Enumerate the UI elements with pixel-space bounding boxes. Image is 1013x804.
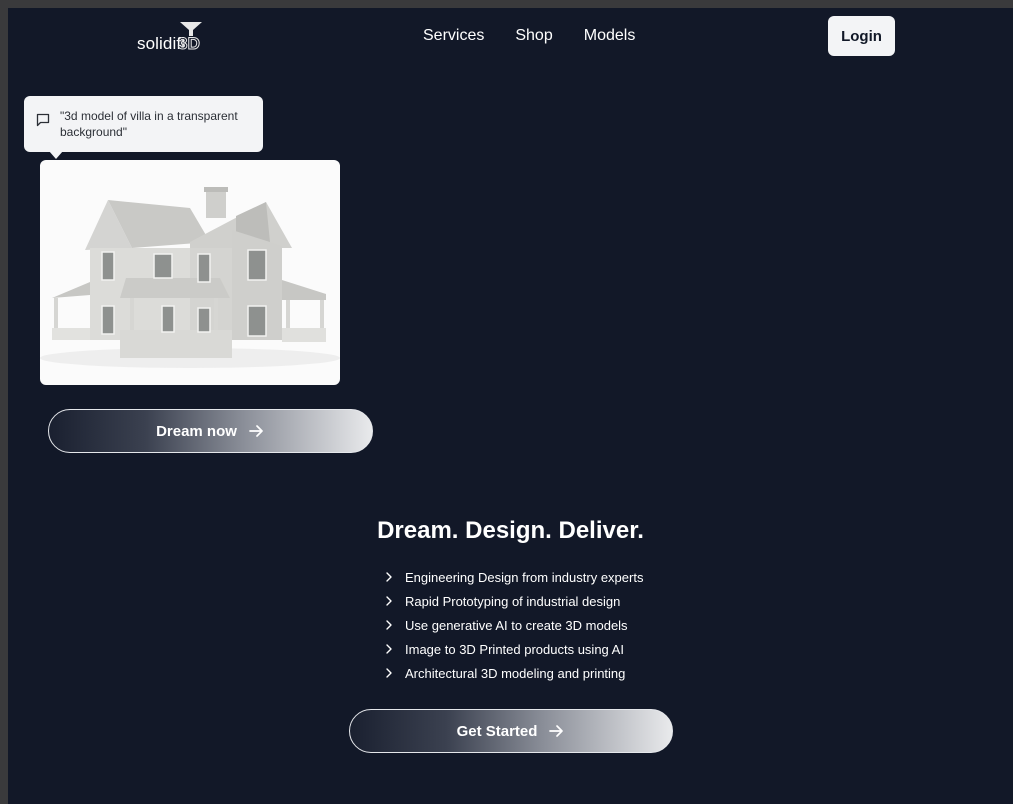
dream-now-label: Dream now [156, 422, 237, 440]
chevron-right-icon [386, 620, 392, 630]
chevron-right-icon [386, 644, 392, 654]
nav-models[interactable]: Models [584, 27, 636, 45]
feature-item: Engineering Design from industry experts [383, 565, 643, 589]
feature-item: Architectural 3D modeling and printing [383, 661, 643, 685]
logo-text: solidifi3D [137, 34, 200, 54]
feature-item: Use generative AI to create 3D models [383, 613, 643, 637]
chevron-right-icon [386, 572, 392, 582]
feature-text: Image to 3D Printed products using AI [405, 641, 624, 657]
feature-item: Rapid Prototyping of industrial design [383, 589, 643, 613]
chat-bubble-icon [36, 113, 50, 127]
arrow-right-icon [549, 725, 564, 737]
hero-title: Dream. Design. Deliver. [377, 517, 644, 544]
logo[interactable]: solidifi3D [137, 20, 227, 56]
logo-accent: 3D [178, 34, 201, 54]
prompt-bubble: "3d model of villa in a transparent back… [24, 96, 263, 159]
chevron-right-icon [386, 668, 392, 678]
arrow-right-icon [249, 425, 263, 437]
feature-text: Architectural 3D modeling and printing [405, 665, 626, 681]
prompt-text: "3d model of villa in a transparent back… [60, 109, 238, 139]
dream-now-button[interactable]: Dream now [48, 409, 373, 453]
feature-text: Use generative AI to create 3D models [405, 617, 628, 633]
feature-text: Rapid Prototyping of industrial design [405, 593, 621, 609]
get-started-button[interactable]: Get Started [349, 709, 673, 753]
nav-services[interactable]: Services [423, 27, 484, 45]
get-started-label: Get Started [456, 722, 538, 740]
page: solidifi3D Services Shop Models Login "3… [8, 8, 1013, 804]
login-button[interactable]: Login [828, 16, 895, 56]
house-render-image [40, 187, 340, 368]
nav-shop[interactable]: Shop [515, 27, 552, 45]
feature-text: Engineering Design from industry experts [405, 569, 644, 585]
feature-list: Engineering Design from industry experts… [383, 565, 643, 685]
feature-item: Image to 3D Printed products using AI [383, 637, 643, 661]
preview-card [40, 160, 340, 385]
chevron-right-icon [386, 596, 392, 606]
main-nav: Services Shop Models [423, 27, 635, 45]
